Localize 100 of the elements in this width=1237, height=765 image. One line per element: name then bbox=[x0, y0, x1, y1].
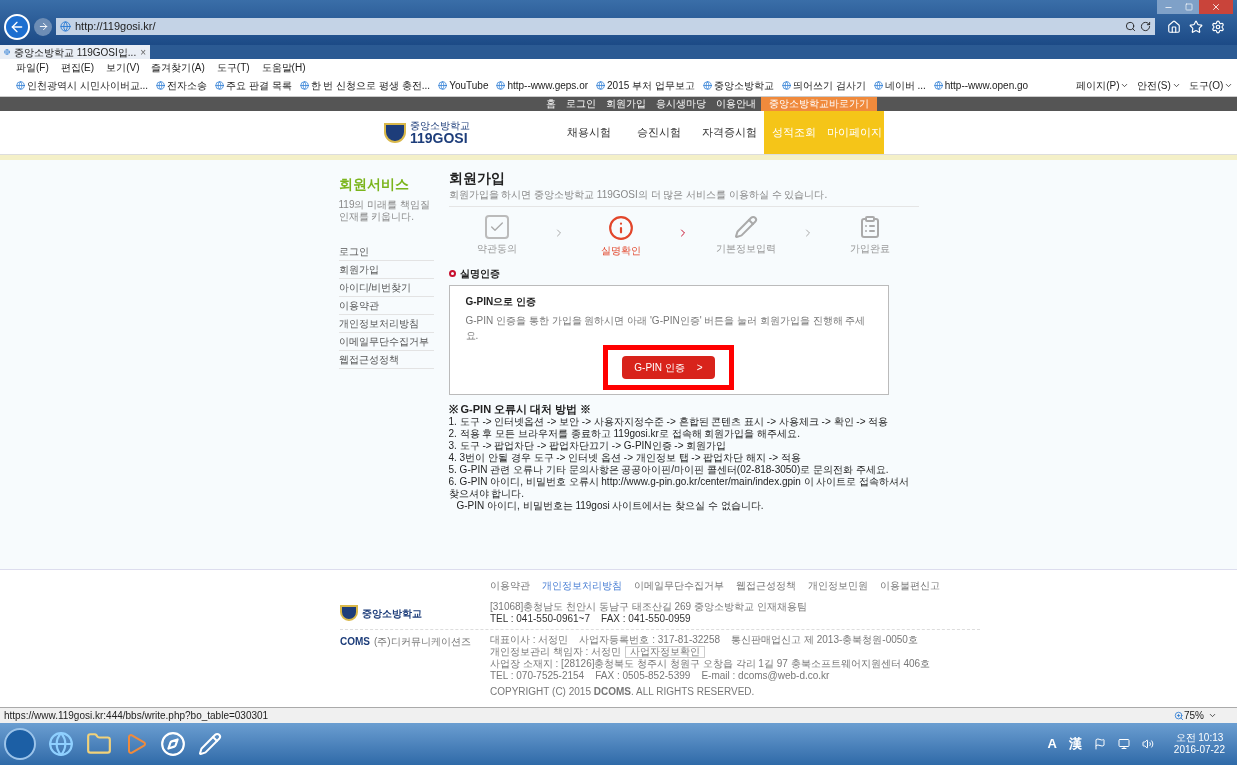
flag-icon[interactable] bbox=[1093, 738, 1106, 750]
bullet-icon bbox=[448, 270, 456, 277]
page-icon bbox=[299, 81, 309, 90]
footer-link[interactable]: 개인정보민원 bbox=[808, 578, 868, 593]
page-icon bbox=[596, 81, 606, 90]
menu-item[interactable]: 파일(F) bbox=[16, 59, 49, 75]
top-link[interactable]: 로그인 bbox=[561, 97, 601, 111]
search-icon bbox=[1125, 21, 1136, 32]
footer-link[interactable]: 이용약관 bbox=[490, 578, 530, 593]
favorite-link[interactable]: 인천광역시 시민사이버교... bbox=[16, 78, 149, 93]
menu-item[interactable]: 보기(V) bbox=[106, 59, 140, 75]
sidebar-title: 회원서비스 bbox=[338, 175, 410, 194]
command-menu[interactable]: 안전(S) bbox=[1137, 78, 1181, 93]
page-icon bbox=[4, 47, 11, 57]
sidebar-item[interactable]: 아이디/비번찾기 bbox=[338, 279, 434, 297]
nav-tab[interactable]: 승진시험 bbox=[624, 111, 694, 154]
caret-icon bbox=[1208, 711, 1217, 720]
business-info-button[interactable]: 사업자정보확인 bbox=[625, 646, 706, 658]
sidebar-item[interactable]: 회원가입 bbox=[338, 261, 434, 279]
command-menu[interactable]: 페이지(P) bbox=[1076, 78, 1130, 93]
footer-link[interactable]: 개인정보처리방침 bbox=[542, 578, 622, 593]
page-icon bbox=[873, 81, 883, 90]
volume-icon[interactable] bbox=[1141, 738, 1154, 750]
notes-line: 1. 도구 -> 인터넷옵션 -> 보안 -> 사용자지정수준 -> 혼합된 콘텐츠 표시 -> 사용체크 -> 확인 -> 적용 bbox=[448, 416, 890, 428]
command-menu[interactable]: 도구(O) bbox=[1188, 78, 1234, 93]
back-button[interactable] bbox=[4, 13, 30, 40]
favorite-link[interactable]: http--www.open.go bbox=[933, 78, 1029, 93]
start-button[interactable] bbox=[4, 728, 36, 760]
info-icon bbox=[608, 215, 635, 241]
company-info-line: 개인정보관리 책임자 : 서정민 bbox=[490, 646, 622, 658]
sidebar-item[interactable]: 로그인 bbox=[338, 243, 434, 261]
footer-link[interactable]: 이용불편신고 bbox=[880, 578, 940, 593]
page-icon bbox=[60, 21, 71, 32]
close-icon bbox=[1211, 2, 1221, 12]
favorite-link[interactable]: YouTube bbox=[438, 78, 489, 93]
menu-item[interactable]: 즐겨찾기(A) bbox=[151, 59, 205, 75]
top-link[interactable]: 응시생마당 bbox=[651, 97, 711, 111]
browser-tab[interactable]: 중앙소방학교 119GOSI입... × bbox=[0, 45, 150, 59]
page-icon bbox=[156, 81, 166, 90]
company-name: (주)디커뮤니케이션즈 bbox=[374, 635, 471, 649]
notes-line: G-PIN 아이디, 비밀번호는 119gosi 사이트에서는 찾으실 수 없습니다. bbox=[455, 500, 765, 512]
footer-link[interactable]: 이메일무단수집거부 bbox=[634, 578, 724, 593]
gpin-button[interactable]: G-PIN 인증 > bbox=[622, 356, 715, 379]
browser-taskbar-icon[interactable] bbox=[48, 731, 74, 757]
settings-icon[interactable] bbox=[1211, 19, 1225, 34]
pencil-taskbar-icon[interactable] bbox=[198, 732, 222, 756]
zoom-icon bbox=[1174, 710, 1184, 721]
checkbox-icon bbox=[484, 215, 509, 239]
sidebar-item[interactable]: 개인정보처리방침 bbox=[338, 315, 434, 333]
compass-taskbar-icon[interactable] bbox=[160, 731, 186, 757]
home-icon[interactable] bbox=[1167, 19, 1181, 34]
favorite-link[interactable]: http--www.geps.or bbox=[496, 78, 589, 93]
page-icon bbox=[496, 81, 506, 90]
forward-button[interactable] bbox=[34, 17, 52, 36]
gpin-title: G-PIN으로 인증 bbox=[465, 295, 538, 309]
favorite-link[interactable]: 네이버 ... bbox=[873, 78, 926, 93]
footer-school-name: 중앙소방학교 bbox=[362, 606, 422, 621]
company-logo: COMS bbox=[340, 635, 370, 649]
footer-link[interactable]: 웹접근성정책 bbox=[736, 578, 796, 593]
zoom-level[interactable]: 75% bbox=[1184, 708, 1217, 723]
step-label: 기본정보입력 bbox=[715, 242, 776, 256]
section-title: 실명인증 bbox=[459, 267, 500, 281]
favorite-link[interactable]: 한 번 신청으로 평생 충전... bbox=[299, 78, 431, 93]
notes-line: 2. 적용 후 모든 브라우저를 종료하고 119gosi.kr로 접속해 회원가입을 해주세요. bbox=[448, 428, 802, 440]
page-title: 회원가입 bbox=[448, 170, 506, 187]
logo-name: 중앙소방학교 bbox=[410, 120, 470, 131]
menu-item[interactable]: 도구(T) bbox=[216, 59, 250, 75]
nav-tab[interactable]: 자격증시험 bbox=[694, 111, 764, 154]
notes-line: 5. G-PIN 관련 오류나 기타 문의사항은 공공아이핀/마이핀 콜센터(02-818-3050)로 문의전화 주세요. bbox=[448, 464, 890, 476]
favorite-link[interactable]: 주요 판결 목록 bbox=[215, 78, 292, 93]
tray-text[interactable]: A bbox=[1047, 734, 1057, 754]
page-icon bbox=[933, 81, 943, 90]
favorite-link[interactable]: 2015 부처 업무보고 bbox=[596, 78, 695, 93]
menu-item[interactable]: 도움말(H) bbox=[261, 59, 306, 75]
favorite-link[interactable]: 전자소송 bbox=[156, 78, 208, 93]
favorites-icon[interactable] bbox=[1189, 19, 1203, 34]
clock-time[interactable]: 오전 10:13 bbox=[1175, 732, 1224, 744]
notes-title: ※ G-PIN 오류시 대처 방법 ※ bbox=[448, 403, 593, 416]
sidebar-item[interactable]: 이용약관 bbox=[338, 297, 434, 315]
top-link[interactable]: 이용안내 bbox=[711, 97, 761, 111]
page-subtitle: 회원가입을 하시면 중앙소방학교 119GOSI의 더 많은 서비스를 이용하실 수 있습니다. bbox=[448, 187, 919, 207]
network-icon[interactable] bbox=[1117, 738, 1130, 750]
menu-item[interactable]: 편집(E) bbox=[60, 59, 95, 75]
top-link[interactable]: 회원가입 bbox=[601, 97, 651, 111]
company-info-line: 대표이사 : 서정민 사업자등록번호 : 317-81-32258 통신판매업신고 제 2013-충북청원-0050호 bbox=[490, 634, 918, 646]
tray-text[interactable]: 漢 bbox=[1068, 734, 1082, 754]
favorite-link[interactable]: 띄어쓰기 검사기 bbox=[781, 78, 866, 93]
address-field[interactable]: http://119gosi.kr/ bbox=[56, 18, 1155, 35]
maximize-icon bbox=[1185, 3, 1193, 11]
clock-date[interactable]: 2016-07-22 bbox=[1173, 744, 1225, 756]
page-icon bbox=[702, 81, 712, 90]
nav-tab[interactable]: 채용시험 bbox=[554, 111, 624, 154]
sidebar-item[interactable]: 웹접근성정책 bbox=[338, 351, 434, 369]
tab-close[interactable]: × bbox=[140, 44, 146, 60]
folder-taskbar-icon[interactable] bbox=[86, 731, 112, 757]
page-icon bbox=[438, 81, 448, 90]
top-link[interactable]: 홈 bbox=[541, 97, 561, 111]
sidebar-item[interactable]: 이메일무단수집거부 bbox=[338, 333, 434, 351]
close-button[interactable] bbox=[1199, 0, 1233, 14]
favorite-link[interactable]: 중앙소방학교 bbox=[702, 78, 774, 93]
